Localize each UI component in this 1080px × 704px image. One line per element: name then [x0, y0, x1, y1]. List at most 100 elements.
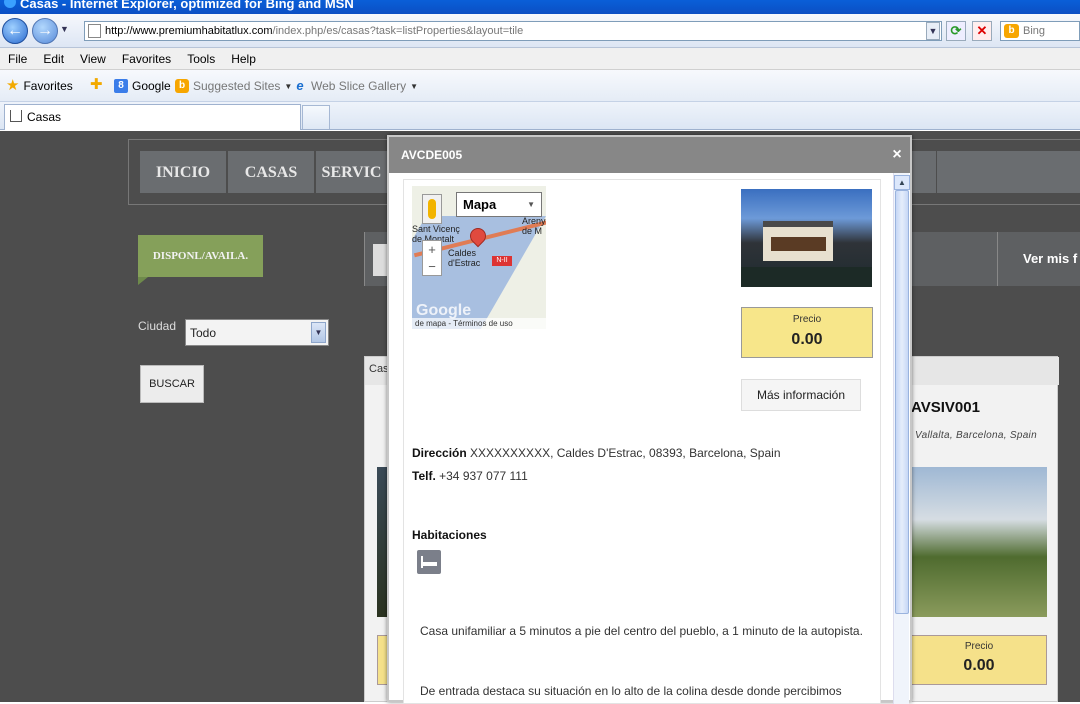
fav-google[interactable]: 8 Google: [114, 79, 171, 93]
scroll-thumb[interactable]: [895, 190, 909, 614]
add-favorite-button[interactable]: ✚: [90, 76, 103, 93]
map-terms[interactable]: de mapa - Términos de uso: [412, 318, 546, 329]
map-place-label: Arenys de M: [522, 216, 546, 236]
description-paragraph: De entrada destaca su situación en lo al…: [420, 684, 842, 698]
ciudad-select[interactable]: Todo ▼: [185, 319, 329, 346]
property-location: Vallalta, Barcelona, Spain: [915, 430, 1037, 441]
description-paragraph: Casa unifamiliar a 5 minutos a pie del c…: [420, 624, 863, 638]
ciudad-value: Todo: [190, 326, 217, 340]
tel-value: +34 937 077 111: [439, 469, 528, 483]
search-placeholder: Bing: [1023, 25, 1046, 37]
zoom-in-icon[interactable]: +: [423, 241, 441, 258]
bing-icon: b: [1004, 24, 1019, 38]
location-map[interactable]: Sant Vicenç de Montalt Arenys de M Calde…: [412, 186, 546, 329]
property-photo[interactable]: [741, 189, 872, 287]
tab-casas[interactable]: Casas: [4, 104, 301, 130]
star-icon: ★: [6, 77, 20, 94]
suggested-label: Suggested Sites: [193, 79, 281, 93]
close-button[interactable]: ×: [888, 137, 906, 173]
address-bar: ← → ▼ http://www.premiumhabitatlux.com/i…: [0, 14, 1080, 48]
zoom-control[interactable]: + −: [422, 240, 442, 276]
favorites-bar: ★ Favorites ✚ 8 Google b Suggested Sites ▼ e…: [0, 70, 1080, 102]
modal-body: Sant Vicenç de Montalt Arenys de M Calde…: [403, 179, 881, 704]
url-dropdown-button[interactable]: ▼: [926, 22, 940, 40]
availability-label: DISPONL/AVAILA.: [138, 235, 263, 285]
nav-more-2[interactable]: [937, 151, 1080, 193]
nav-casas[interactable]: CASAS: [228, 151, 315, 193]
history-dropdown-icon[interactable]: ▼: [60, 24, 69, 34]
tab-label: Casas: [27, 110, 62, 124]
price-box: Precio 0.00: [911, 635, 1047, 685]
refresh-button[interactable]: ⟳: [946, 21, 966, 41]
home-icon: [10, 110, 22, 122]
tel-label: Telf.: [412, 469, 436, 483]
nav-inicio[interactable]: INICIO: [140, 151, 227, 193]
search-input[interactable]: b Bing: [1000, 21, 1080, 41]
modal-title: AVCDE005: [401, 148, 463, 162]
suggested-sites-icon: b: [175, 79, 189, 93]
street-view-icon[interactable]: [422, 194, 442, 224]
map-type-select[interactable]: Mapa ▼: [456, 192, 542, 217]
road-sign: N-II: [492, 256, 512, 266]
map-type-label: Mapa: [463, 197, 497, 212]
chevron-down-icon: ▼: [311, 322, 326, 343]
fav-suggested-sites[interactable]: b Suggested Sites ▼: [175, 79, 292, 93]
telephone-line: Telf. +34 937 077 111: [412, 469, 528, 483]
stop-button[interactable]: ✕: [972, 21, 992, 41]
window-titlebar: Casas - Internet Explorer, optimized for…: [0, 0, 1080, 14]
favorites-button[interactable]: ★ Favorites: [6, 77, 73, 94]
price-box: Precio 0.00: [741, 307, 873, 358]
modal-header: AVCDE005 ×: [389, 137, 910, 173]
buscar-button[interactable]: BUSCAR: [140, 365, 204, 403]
ciudad-label: Ciudad: [138, 319, 177, 333]
price-label: Precio: [792, 314, 822, 325]
property-title[interactable]: AVSIV001: [911, 399, 980, 416]
nav-servicios[interactable]: SERVIC: [316, 151, 388, 193]
chevron-down-icon: ▼: [527, 200, 535, 209]
address-line: Dirección XXXXXXXXXX, Caldes D'Estrac, 0…: [412, 446, 781, 460]
zoom-out-icon[interactable]: −: [423, 258, 441, 275]
menu-favorites[interactable]: Favorites: [122, 48, 171, 66]
url-path: /index.php/es/casas?task=listProperties&…: [272, 25, 524, 37]
url-field[interactable]: http://www.premiumhabitatlux.com/index.p…: [84, 21, 942, 41]
property-photo[interactable]: [911, 467, 1047, 617]
menu-file[interactable]: File: [8, 48, 27, 66]
webslice-label: Web Slice Gallery: [311, 79, 407, 93]
modal-scrollbar[interactable]: ▲: [893, 173, 910, 704]
menu-edit[interactable]: Edit: [43, 48, 64, 66]
bed-icon: [417, 550, 441, 574]
add-favorites-icon: ✚: [90, 76, 103, 93]
ver-mis-favoritos-link[interactable]: Ver mis f: [997, 232, 1080, 286]
fav-web-slice-gallery[interactable]: e Web Slice Gallery ▼: [293, 78, 419, 94]
map-place-label: Caldes d'Estrac: [448, 248, 481, 268]
address-label: Dirección: [412, 446, 467, 460]
ie-icon: [4, 0, 16, 8]
menu-view[interactable]: View: [80, 48, 106, 66]
menu-tools[interactable]: Tools: [187, 48, 215, 66]
forward-button[interactable]: →: [32, 18, 58, 44]
scroll-up-icon[interactable]: ▲: [894, 175, 910, 190]
menu-bar: File Edit View Favorites Tools Help: [0, 48, 1080, 70]
chevron-down-icon: ▼: [410, 81, 419, 91]
url-host: http://www.premiumhabitatlux.com: [105, 25, 273, 37]
favorites-label: Favorites: [23, 79, 73, 93]
more-info-button[interactable]: Más información: [741, 379, 861, 411]
google-label: Google: [132, 79, 171, 93]
pool-shape: [741, 267, 872, 287]
price-label: Precio: [964, 641, 994, 652]
window-title: Casas - Internet Explorer, optimized for…: [20, 0, 354, 11]
menu-help[interactable]: Help: [231, 48, 256, 66]
house-window: [771, 237, 826, 251]
price-value: 0.00: [963, 657, 995, 674]
chevron-down-icon: ▼: [284, 81, 293, 91]
ie-page-icon: e: [296, 78, 304, 93]
property-modal: AVCDE005 × Sant Vicenç de Montalt Arenys…: [387, 135, 912, 704]
page-icon: [88, 24, 101, 38]
tab-bar: Casas ⌂▾ ▣▾ ✉ ⎙: [0, 102, 1080, 222]
nav-more[interactable]: [911, 151, 936, 193]
new-tab-button[interactable]: [302, 105, 330, 129]
back-button[interactable]: ←: [2, 18, 28, 44]
price-value: 0.00: [791, 331, 823, 348]
rooms-heading: Habitaciones: [412, 528, 487, 542]
address-value: XXXXXXXXXX, Caldes D'Estrac, 08393, Barc…: [470, 446, 781, 460]
